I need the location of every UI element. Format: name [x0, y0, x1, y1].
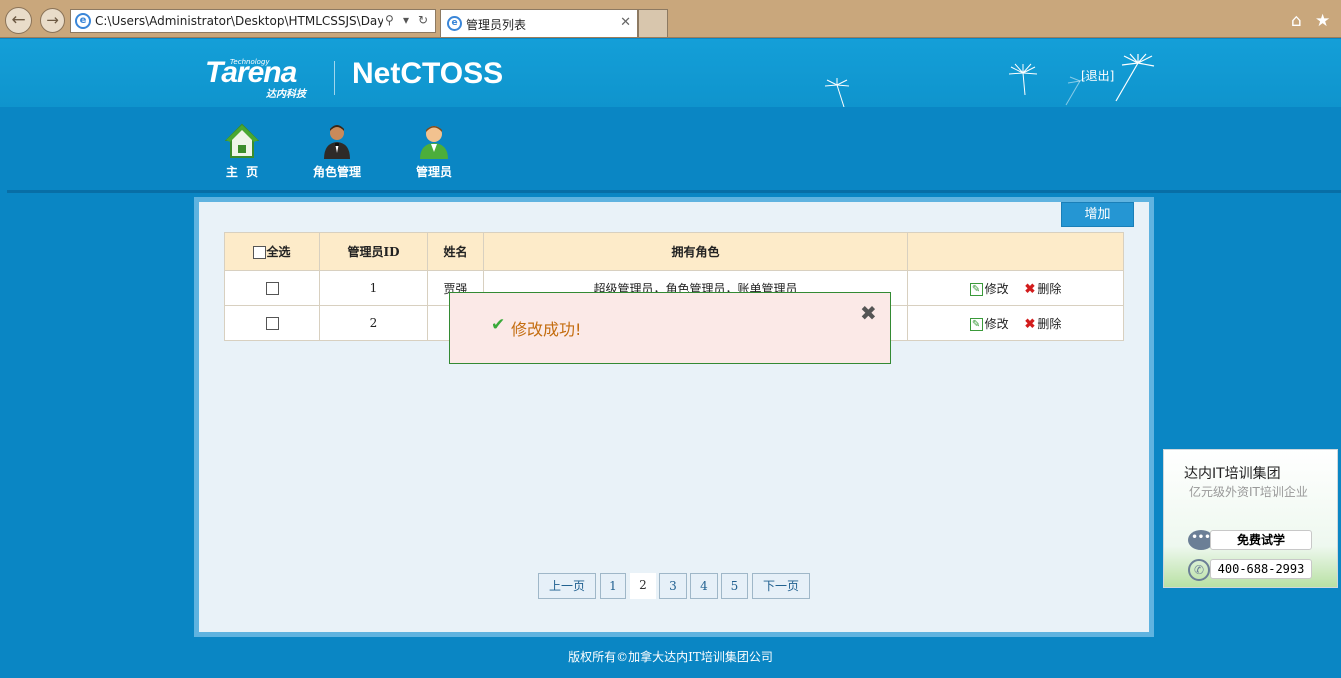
success-check-icon: ✔ [491, 315, 506, 335]
browser-toolbar: ← → e C:\Users\Administrator\Desktop\HTM… [0, 0, 1341, 38]
refresh-icon[interactable]: ↻ [418, 13, 428, 27]
logo-divider [334, 61, 335, 95]
select-all-label: 全选 [266, 245, 291, 259]
page-button-2-current[interactable]: 2 [630, 573, 656, 599]
delete-label: 删除 [1037, 281, 1062, 296]
delete-icon: ✖ [1024, 281, 1036, 297]
column-header-actions [907, 232, 1124, 271]
row-checkbox[interactable] [265, 317, 279, 330]
logo-chinese: 达内科技 [266, 89, 306, 100]
actions-cell: ✎ 修改 ✖ 删除 [907, 305, 1124, 341]
brand-title: NetCTOSS [352, 57, 504, 90]
main-nav: 主 页 角色管理 管理员 [7, 107, 1341, 193]
address-url[interactable]: C:\Users\Administrator\Desktop\HTMLCSSJS… [95, 14, 383, 28]
row-checkbox-cell [224, 305, 320, 341]
row-checkbox-cell [224, 270, 320, 306]
actions-cell: ✎ 修改 ✖ 删除 [907, 270, 1124, 306]
footer-copyright: 版权所有©加拿大达内IT培训集团公司 [568, 650, 773, 664]
phone-icon: ✆ [1188, 559, 1210, 581]
edit-icon: ✎ [969, 282, 983, 296]
admin-id-cell: 2 [319, 305, 428, 341]
browser-tab[interactable]: e 管理员列表 ✕ [440, 9, 638, 37]
role-icon [324, 125, 350, 159]
edit-icon: ✎ [969, 317, 983, 331]
next-page-button[interactable]: 下一页 [752, 573, 810, 599]
column-header-roles: 拥有角色 [483, 232, 908, 271]
prev-page-button[interactable]: 上一页 [538, 573, 596, 599]
nav-label-admin: 管理员 [415, 165, 452, 179]
home-icon [225, 123, 259, 158]
dandelion-decoration-icon [824, 78, 850, 108]
page-header: Technology Tarena 达内科技 NetCTOSS [退出] [0, 39, 1341, 108]
delete-button[interactable]: ✖ 删除 [1024, 315, 1061, 332]
page-button-3[interactable]: 3 [659, 573, 687, 599]
new-tab-button[interactable] [638, 9, 668, 37]
dandelion-decoration-icon [1115, 53, 1155, 102]
edit-label: 修改 [984, 281, 1009, 296]
edit-button[interactable]: ✎ 修改 [969, 315, 1009, 332]
add-button[interactable]: 增加 [1061, 202, 1134, 227]
address-bar[interactable]: e C:\Users\Administrator\Desktop\HTMLCSS… [70, 9, 436, 33]
logout-link[interactable]: [退出] [1081, 67, 1114, 84]
row-checkbox[interactable] [265, 282, 279, 295]
forward-arrow-icon[interactable]: → [40, 8, 65, 33]
tab-close-icon[interactable]: ✕ [620, 15, 631, 30]
edit-label: 修改 [984, 316, 1009, 331]
column-header-name: 姓名 [427, 232, 484, 271]
delete-label: 删除 [1037, 316, 1062, 331]
delete-button[interactable]: ✖ 删除 [1024, 280, 1061, 297]
nav-item-roles[interactable]: 角色管理 [302, 123, 372, 180]
ad-subtitle: 亿元级外资IT培训企业 [1189, 485, 1308, 499]
home-icon[interactable]: ⌂ [1291, 11, 1302, 31]
table-header-row: 全选 管理员ID 姓名 拥有角色 [224, 232, 1124, 271]
content-panel-inner: 增加 全选 管理员ID 姓名 拥有角色 1 贾强 超级管理员，角色管理员，账单管… [199, 202, 1149, 632]
success-message: ✔ 修改成功! ✖ [449, 292, 891, 364]
side-ad[interactable]: 达内IT培训集团 亿元级外资IT培训企业 ••• 免费试学 ✆ 400-688-… [1163, 449, 1338, 588]
tab-title: 管理员列表 [466, 18, 527, 32]
page-button-1[interactable]: 1 [600, 573, 626, 599]
page-button-4[interactable]: 4 [690, 573, 718, 599]
content-panel: 增加 全选 管理员ID 姓名 拥有角色 1 贾强 超级管理员，角色管理员，账单管… [194, 197, 1154, 637]
nav-label-home: 主 页 [225, 165, 259, 179]
nav-item-admin[interactable]: 管理员 [399, 123, 469, 180]
tab-ie-icon: e [447, 16, 462, 31]
success-message-text: 修改成功! [511, 320, 582, 339]
phone-number[interactable]: 400-688-2993 [1210, 559, 1312, 579]
ie-page-icon: e [75, 13, 91, 29]
edit-button[interactable]: ✎ 修改 [969, 280, 1009, 297]
ad-title: 达内IT培训集团 [1184, 466, 1281, 482]
page-button-5[interactable]: 5 [721, 573, 748, 599]
search-icon[interactable]: ⚲ [385, 13, 394, 27]
delete-icon: ✖ [1024, 316, 1036, 332]
dropdown-arrow-icon[interactable]: ▾ [403, 13, 409, 27]
close-message-icon[interactable]: ✖ [860, 301, 877, 325]
favorites-star-icon[interactable]: ★ [1315, 11, 1330, 31]
nav-item-home[interactable]: 主 页 [207, 123, 277, 180]
dandelion-decoration-icon [1008, 63, 1038, 96]
admin-icon [420, 126, 448, 159]
nav-label-roles: 角色管理 [312, 165, 361, 179]
select-all-header: 全选 [224, 232, 320, 271]
back-arrow-icon[interactable]: ← [5, 7, 32, 34]
select-all-checkbox[interactable] [253, 246, 267, 259]
column-header-id: 管理员ID [319, 232, 428, 271]
free-trial-button[interactable]: 免费试学 [1210, 530, 1312, 550]
admin-id-cell: 1 [319, 270, 428, 306]
